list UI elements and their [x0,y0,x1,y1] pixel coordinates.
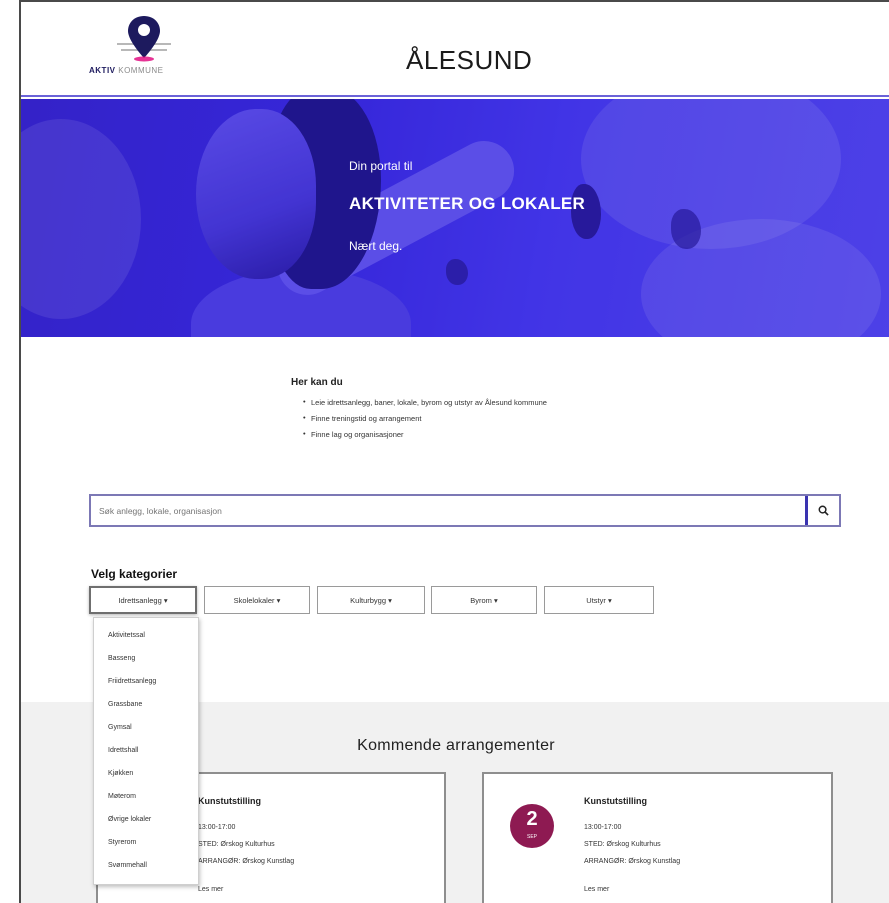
logo[interactable]: AKTIV KOMMUNE [89,14,199,80]
event-title: Kunstutstilling [584,796,647,806]
event-read-more-link[interactable]: Les mer [584,886,609,893]
category-button-kulturbygg[interactable]: Kulturbygg ▾ [317,586,425,614]
category-button-byrom[interactable]: Byrom ▾ [431,586,537,614]
logo-text: AKTIV KOMMUNE [89,66,164,75]
hero-title: AKTIVITETER OG LOKALER [349,194,586,213]
search-icon [818,505,829,516]
event-place: STED: Ørskog Kulturhus [584,841,661,848]
event-organizer: ARRANGØR: Ørskog Kunstlag [584,858,681,865]
dropdown-item-idrettshall[interactable]: Idrettshall [108,747,138,754]
event-card[interactable]: 2 SEP Kunstutstilling 13:00-17:00 STED: … [482,772,833,903]
site-title: ÅLESUND [406,45,533,75]
intro-list-item: Finne treningstid og arrangement [291,413,711,423]
hero-banner: Din portal til AKTIVITETER OG LOKALER Næ… [21,99,889,337]
category-button-skolelokaler[interactable]: Skolelokaler ▾ [204,586,310,614]
category-button-utstyr[interactable]: Utstyr ▾ [544,586,654,614]
event-date-month: SEP [526,834,537,840]
event-date-day: 2 [526,808,538,830]
event-time: 13:00-17:00 [584,824,622,831]
dropdown-item-grasbane[interactable]: Grassbane [108,701,142,708]
hero-subtitle: Din portal til [349,159,413,173]
dropdown-item-gymsal[interactable]: Gymsal [108,724,132,731]
hero-overlay [21,99,889,337]
intro-list-item: Leie idrettsanlegg, baner, lokale, byrom… [291,397,711,407]
event-date-badge: 2 SEP [510,804,554,848]
category-heading: Velg kategorier [91,567,178,581]
dropdown-item-styrerom[interactable]: Styrerom [108,839,136,846]
intro-list-item: Finne lag og organisasjoner [291,429,711,439]
site-header: AKTIV KOMMUNE ÅLESUND [21,2,889,97]
logo-brand: AKTIV [89,66,116,75]
search-button[interactable] [805,496,839,525]
hero-tagline: Nært deg. [349,239,403,253]
event-read-more-link[interactable]: Les mer [198,886,223,893]
dropdown-item-svommehall[interactable]: Svømmehall [108,862,147,869]
intro-section: Her kan du Leie idrettsanlegg, baner, lo… [291,377,711,446]
event-place: STED: Ørskog Kulturhus [198,841,275,848]
dropdown-item-basseng[interactable]: Basseng [108,655,135,662]
map-pin-icon [117,16,171,62]
dropdown-item-ovrige-lokaler[interactable]: Øvrige lokaler [108,816,151,823]
event-time: 13:00-17:00 [198,824,236,831]
event-organizer: ARRANGØR: Ørskog Kunstlag [198,858,295,865]
dropdown-item-friidrettsanlegg[interactable]: Friidrettsanlegg [108,678,156,685]
event-title: Kunstutstilling [198,796,261,806]
dropdown-item-moterom[interactable]: Møterom [108,793,136,800]
intro-list: Leie idrettsanlegg, baner, lokale, byrom… [291,397,711,439]
category-dropdown-menu: Aktivitetssal Basseng Friidrettsanlegg G… [93,617,199,885]
logo-sub: KOMMUNE [118,66,164,75]
category-button-idrettsanlegg[interactable]: Idrettsanlegg ▾ [89,586,197,614]
page-frame: AKTIV KOMMUNE ÅLESUND Din portal til AKT… [19,0,889,903]
intro-heading: Her kan du [291,377,343,388]
dropdown-item-aktivitetssal[interactable]: Aktivitetssal [108,632,145,639]
search-bar [89,494,841,527]
search-input[interactable] [91,496,803,525]
dropdown-item-kjokken[interactable]: Kjøkken [108,770,133,777]
